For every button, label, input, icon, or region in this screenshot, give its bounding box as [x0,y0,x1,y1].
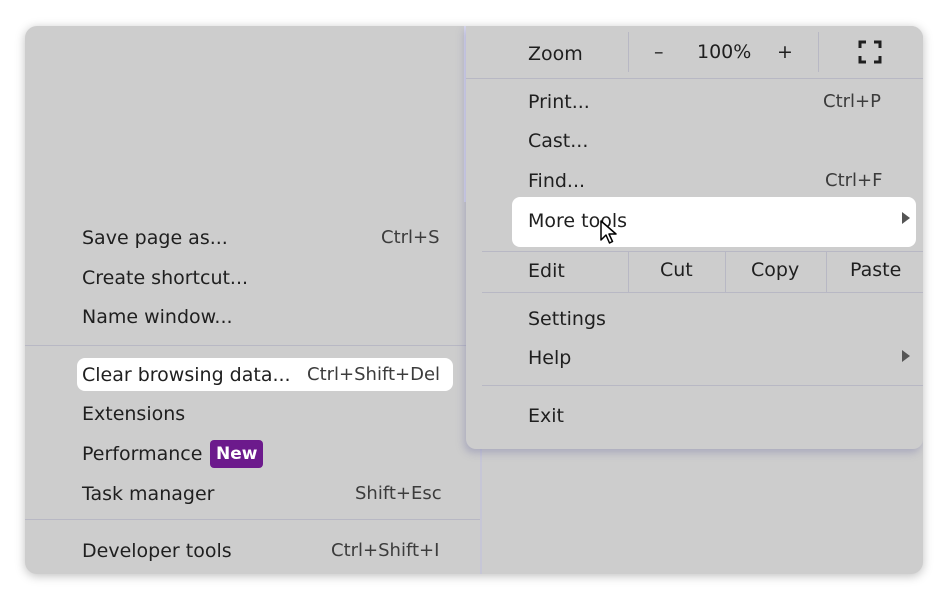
menu-item-create-shortcut[interactable]: Create shortcut... [82,266,248,290]
edit-divider [628,252,629,292]
menu-item-cast[interactable]: Cast... [528,129,588,153]
menu-item-exit[interactable]: Exit [528,404,564,428]
zoom-in-button[interactable]: + [777,40,793,64]
main-menu: Zoom – 100% + Print... Ctrl+P Cast... Fi… [466,26,923,449]
menu-item-extensions[interactable]: Extensions [82,402,185,426]
edit-label: Edit [528,260,565,282]
menu-divider [482,385,923,386]
submenu-divider [25,345,480,346]
menu-item-name-window[interactable]: Name window... [82,305,233,329]
task-manager-shortcut: Shift+Esc [355,483,442,504]
zoom-divider [628,32,629,72]
menu-item-performance[interactable]: Performance [82,442,202,466]
developer-tools-shortcut: Ctrl+Shift+I [331,540,440,561]
menu-item-save-page-as[interactable]: Save page as... [82,226,228,250]
zoom-divider [818,32,819,72]
zoom-level: 100% [697,41,752,63]
menu-item-task-manager[interactable]: Task manager [82,482,214,506]
clear-browsing-shortcut: Ctrl+Shift+Del [307,364,441,385]
menu-divider [482,251,923,252]
menu-divider [466,78,923,79]
save-page-shortcut: Ctrl+S [381,227,440,248]
find-shortcut: Ctrl+F [825,170,883,191]
new-badge: New [210,440,264,468]
fullscreen-icon[interactable] [858,40,882,64]
menu-divider [482,292,923,293]
zoom-label: Zoom [528,43,583,65]
copy-button[interactable]: Copy [751,258,799,282]
mouse-cursor-icon [600,220,618,250]
submenu-divider [25,519,480,520]
chevron-right-icon [902,350,910,362]
screenshot-frame: Save page as... Ctrl+S Create shortcut..… [25,26,923,574]
menu-item-clear-browsing-data[interactable]: Clear browsing data... [82,363,291,387]
menu-item-find[interactable]: Find... [528,169,585,193]
menu-item-print[interactable]: Print... [528,90,590,114]
edit-divider [826,252,827,292]
chevron-right-icon [902,212,910,224]
paste-button[interactable]: Paste [850,258,901,282]
menu-item-help[interactable]: Help [528,346,571,370]
edit-divider [725,252,726,292]
cut-button[interactable]: Cut [660,258,693,282]
zoom-out-button[interactable]: – [654,40,664,64]
print-shortcut: Ctrl+P [823,91,881,112]
menu-item-settings[interactable]: Settings [528,307,606,331]
menu-item-developer-tools[interactable]: Developer tools [82,539,232,563]
